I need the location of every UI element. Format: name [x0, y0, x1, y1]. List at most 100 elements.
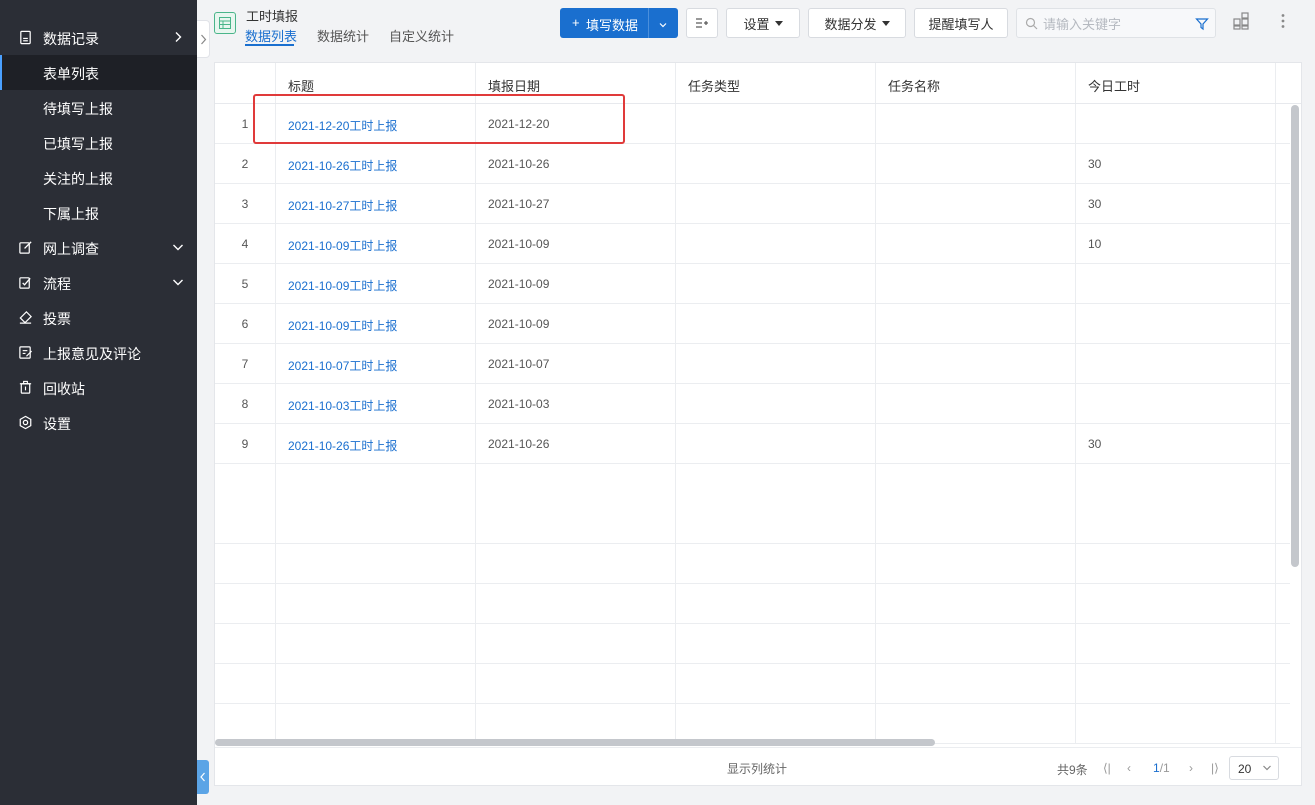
filter-icon[interactable]: [1195, 17, 1209, 31]
vertical-scrollbar[interactable]: [1291, 105, 1299, 567]
table-row-empty: [215, 504, 1290, 544]
search-input[interactable]: [1043, 15, 1183, 33]
chevron-down-icon: [172, 276, 184, 288]
header: 工时填报 数据列表 数据统计 自定义统计 + 填写数据 设置 数据分发 提醒填写…: [210, 0, 1315, 47]
tab-data-statistics[interactable]: 数据统计: [317, 26, 369, 45]
row-index: 7: [241, 357, 249, 371]
table-row-empty: [215, 624, 1290, 664]
sidebar-item-feedback[interactable]: 上报意见及评论: [0, 335, 197, 370]
data-table-panel: 标题 填报日期 任务类型 任务名称 今日工时 1 2021-12-20工时上报 20…: [214, 62, 1302, 786]
table-row[interactable]: 7 2021-10-07工时上报 2021-10-07: [215, 344, 1290, 384]
total-pages: /1: [1159, 761, 1170, 775]
layout-icon[interactable]: [1232, 12, 1250, 30]
row-date: 2021-10-03: [488, 397, 550, 411]
plus-icon: +: [572, 15, 580, 30]
row-title-link[interactable]: 2021-10-27工时上报: [288, 197, 397, 214]
chevron-down-icon: [1263, 765, 1271, 771]
first-page-icon[interactable]: ⟨|: [1103, 761, 1111, 775]
caret-down-icon: [774, 20, 783, 26]
table-row-empty: [215, 584, 1290, 624]
page-size-select[interactable]: 20: [1229, 756, 1279, 780]
fill-data-button[interactable]: + 填写数据: [560, 8, 678, 38]
column-header-date[interactable]: 填报日期: [488, 76, 540, 95]
column-header-task-type[interactable]: 任务类型: [688, 76, 740, 95]
last-page-icon[interactable]: |⟩: [1211, 761, 1219, 775]
total-count: 共9条: [1057, 763, 1088, 777]
column-settings-button[interactable]: [686, 8, 718, 38]
sidebar-item-filled-reports[interactable]: 已填写上报: [0, 125, 197, 160]
sidebar-item-online-survey[interactable]: 网上调查: [0, 230, 197, 265]
row-title-link[interactable]: 2021-10-09工时上报: [288, 317, 397, 334]
row-title-link[interactable]: 2021-10-07工时上报: [288, 357, 397, 374]
tab-data-list[interactable]: 数据列表: [245, 26, 297, 45]
remind-filler-button[interactable]: 提醒填写人: [914, 8, 1008, 38]
sidebar-item-label: 表单列表: [43, 66, 99, 82]
sidebar-item-form-list[interactable]: 表单列表: [0, 55, 197, 90]
table-footer: 显示列统计 共9条 ⟨| ‹ 1/1 › |⟩ 20: [215, 747, 1301, 785]
sidebar-collapse-handle[interactable]: [197, 20, 210, 58]
table-row[interactable]: 2 2021-10-26工时上报 2021-10-26 30: [215, 144, 1290, 184]
page-size-value: 20: [1238, 762, 1252, 776]
row-date: 2021-10-27: [488, 197, 550, 211]
more-vertical-icon[interactable]: [1274, 12, 1292, 30]
tab-active-indicator: [245, 44, 294, 46]
column-header-title[interactable]: 标题: [288, 76, 314, 95]
data-distribute-button[interactable]: 数据分发: [808, 8, 906, 38]
annotation-highlight-box: [253, 94, 625, 144]
tab-custom-statistics[interactable]: 自定义统计: [389, 26, 454, 45]
chevron-right-icon: [172, 31, 184, 43]
chevron-right-icon: [201, 34, 207, 45]
row-index: 1: [241, 117, 249, 131]
row-title-link[interactable]: 2021-10-03工时上报: [288, 397, 397, 414]
search-box: [1016, 8, 1216, 38]
row-today-hours: 10: [1088, 237, 1102, 251]
sidebar-item-recycle-bin[interactable]: 回收站: [0, 370, 197, 405]
row-title-link[interactable]: 2021-10-26工时上报: [288, 157, 397, 174]
prev-page-icon[interactable]: ‹: [1127, 761, 1131, 775]
row-index: 5: [241, 277, 249, 291]
row-today-hours: 30: [1088, 437, 1102, 451]
sidebar-item-vote[interactable]: 投票: [0, 300, 197, 335]
column-header-today-hours[interactable]: 今日工时: [1088, 76, 1140, 95]
sidebar-item-workflow[interactable]: 流程: [0, 265, 197, 300]
gear-icon: [18, 415, 33, 430]
row-title-link[interactable]: 2021-10-09工时上报: [288, 277, 397, 294]
table-row[interactable]: 9 2021-10-26工时上报 2021-10-26 30: [215, 424, 1290, 464]
table-row[interactable]: 3 2021-10-27工时上报 2021-10-27 30: [215, 184, 1290, 224]
sidebar-item-label: 关注的上报: [43, 171, 113, 187]
row-date: 2021-10-09: [488, 277, 550, 291]
column-header-task-name[interactable]: 任务名称: [888, 76, 940, 95]
settings-dropdown-button[interactable]: 设置: [726, 8, 800, 38]
caret-down-icon: [881, 20, 890, 26]
row-today-hours: 30: [1088, 197, 1102, 211]
sidebar-item-followed-reports[interactable]: 关注的上报: [0, 160, 197, 195]
sidebar-item-pending-reports[interactable]: 待填写上报: [0, 90, 197, 125]
sidebar-item-label: 投票: [43, 311, 71, 327]
document-icon: [18, 30, 33, 45]
distribute-label: 数据分发: [824, 16, 877, 32]
table-row[interactable]: 6 2021-10-09工时上报 2021-10-09: [215, 304, 1290, 344]
sidebar-item-subordinate-reports[interactable]: 下属上报: [0, 195, 197, 230]
row-title-link[interactable]: 2021-10-26工时上报: [288, 437, 397, 454]
table-row[interactable]: 8 2021-10-03工时上报 2021-10-03: [215, 384, 1290, 424]
row-index: 3: [241, 197, 249, 211]
horizontal-scrollbar[interactable]: [215, 739, 935, 746]
row-date: 2021-10-09: [488, 237, 550, 251]
panel-collapse-handle[interactable]: [197, 760, 209, 794]
table-row[interactable]: 4 2021-10-09工时上报 2021-10-09 10: [215, 224, 1290, 264]
row-title-link[interactable]: 2021-10-09工时上报: [288, 237, 397, 254]
row-index: 2: [241, 157, 249, 171]
table-row[interactable]: 5 2021-10-09工时上报 2021-10-09: [215, 264, 1290, 304]
sidebar-item-settings[interactable]: 设置: [0, 405, 197, 440]
sidebar-item-label: 设置: [43, 416, 71, 432]
sidebar-item-data-records[interactable]: 数据记录: [0, 20, 197, 55]
row-date: 2021-10-26: [488, 437, 550, 451]
row-index: 4: [241, 237, 249, 251]
next-page-icon[interactable]: ›: [1189, 761, 1193, 775]
sidebar-item-label: 网上调查: [43, 241, 99, 257]
row-date: 2021-10-07: [488, 357, 550, 371]
row-date: 2021-10-26: [488, 157, 550, 171]
chevron-down-icon[interactable]: [658, 18, 668, 28]
show-column-stats-link[interactable]: 显示列统计: [727, 760, 787, 777]
edit-icon: [18, 240, 33, 255]
